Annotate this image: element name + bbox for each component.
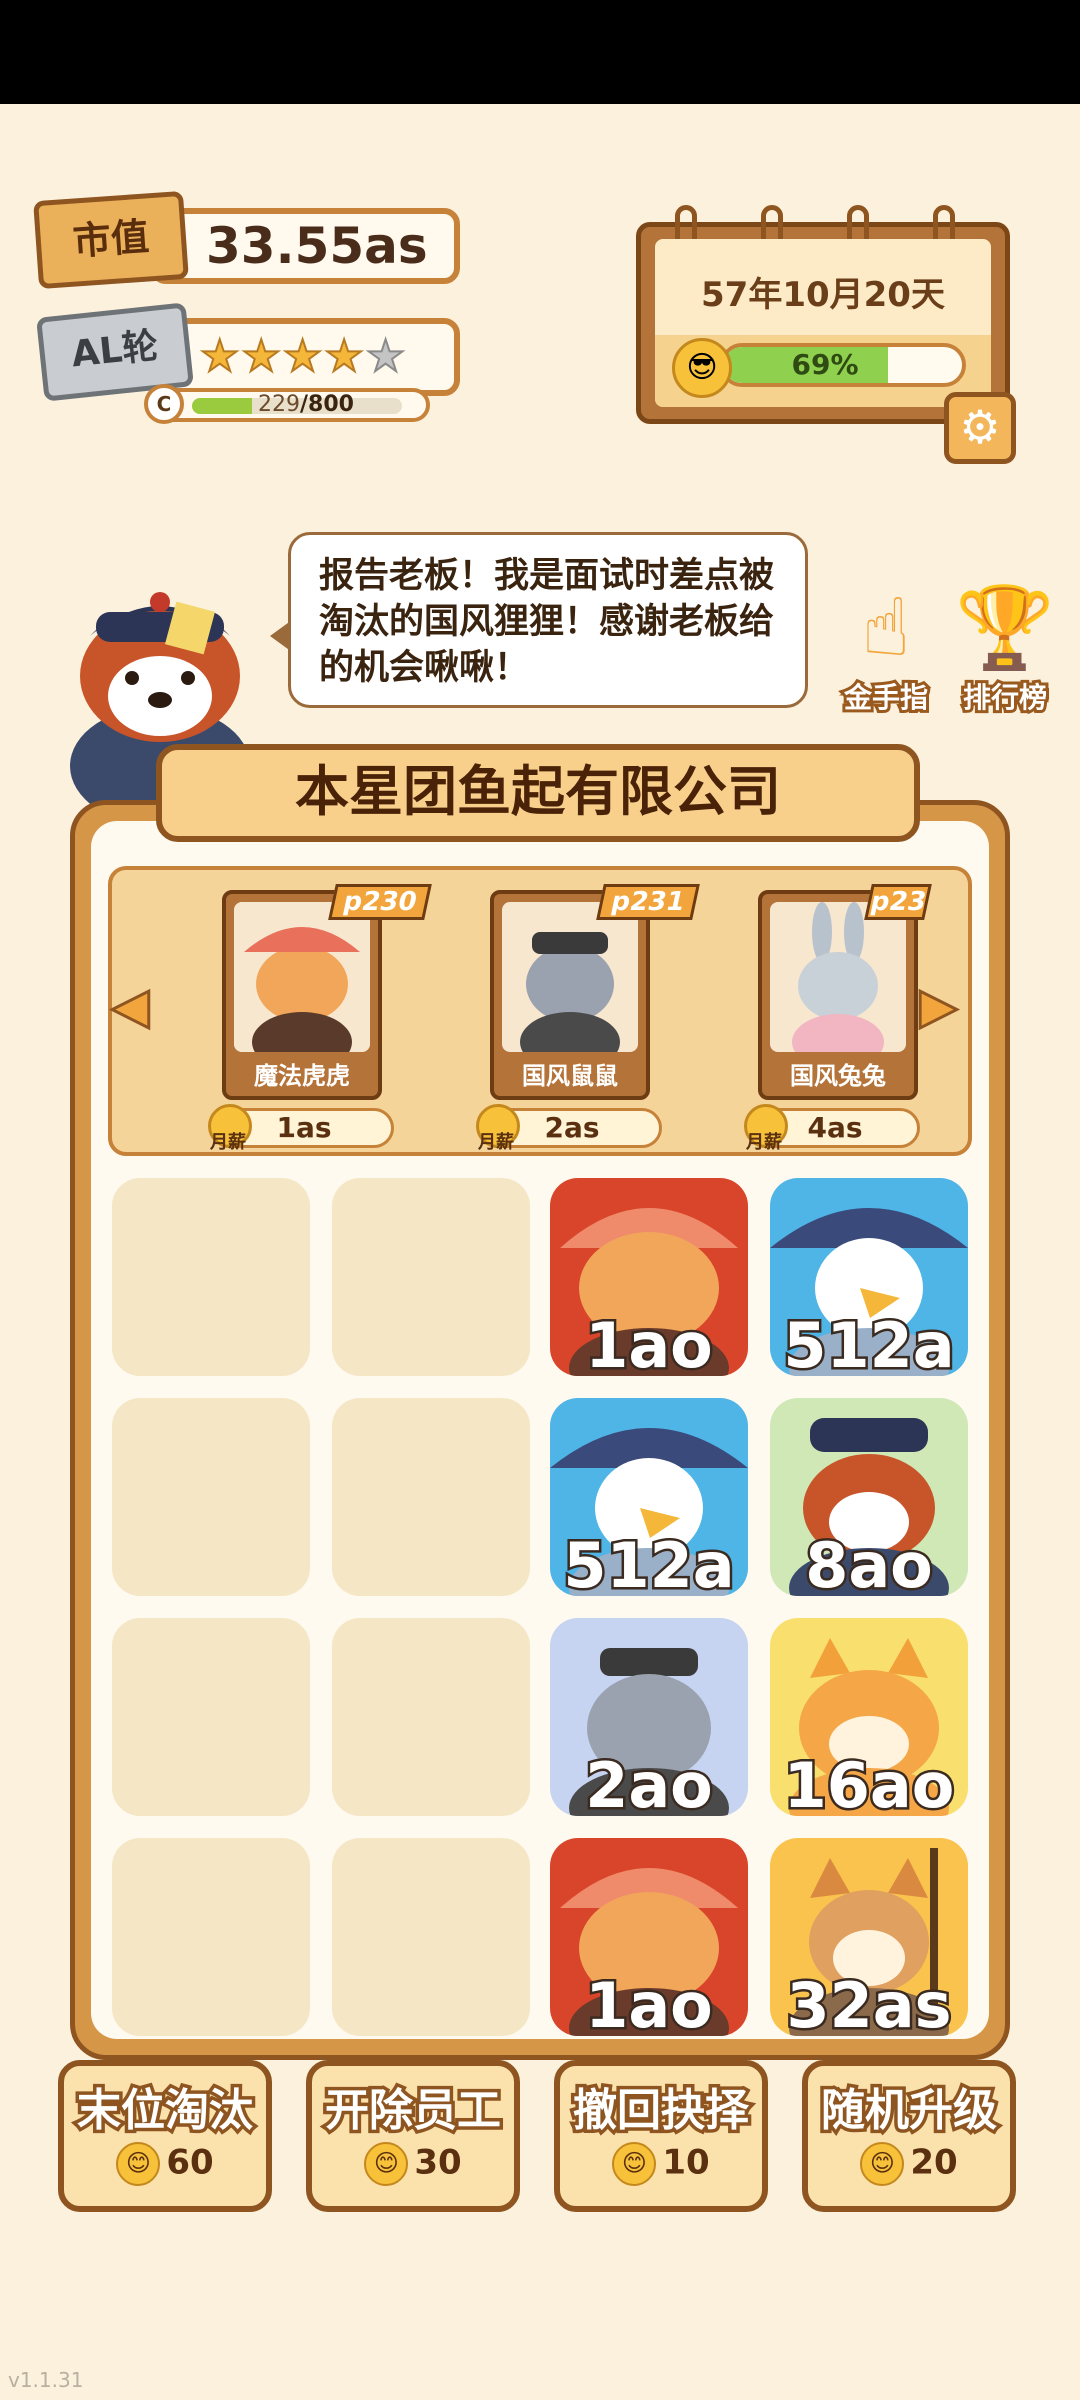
company-name: 本星团鱼起有限公司 [156,744,920,842]
undo-choice-button[interactable]: 撤回抉择 😊 10 [554,2060,768,2212]
action-label: 撤回抉择 [570,2082,753,2140]
hamster-portrait [502,902,638,1052]
star-icon: ★ [282,330,323,383]
speech-bubble: 报告老板！我是面试时差点被淘汰的国风狸狸！感谢老板给的机会啾啾！ [288,532,808,708]
tile-value: 512a [561,1527,737,1596]
market-value: 33.55as [206,217,428,275]
leaderboard-label: 排行榜 [960,678,1050,717]
status-bar [0,0,1080,104]
shop-next-arrow-icon[interactable]: ▶ [919,977,959,1036]
grid-tile-tiger[interactable]: 1ao [550,1838,748,2036]
grid-tile-red-panda[interactable]: 8ao [770,1398,968,1596]
market-value-tag: 市值 [33,190,189,290]
card-tag: p230 [328,884,432,920]
grid-cell-empty[interactable] [112,1618,310,1816]
card-name: 国风鼠鼠 [522,1062,618,1090]
action-cost: 😊 20 [808,2142,1010,2186]
star-empty-icon: ★ [365,330,406,383]
tile-value: 8ao [803,1527,936,1596]
tiger-portrait [234,902,370,1052]
grid-cell-empty[interactable] [112,1838,310,2036]
salary-label: 月薪 [210,1132,246,1153]
smile-icon: 😊 [364,2142,409,2186]
market-value-box: 33.55as [150,208,460,284]
grid-tile-eagle[interactable]: 512a [550,1398,748,1596]
eliminate-last-button[interactable]: 末位淘汰 😊 60 [58,2060,272,2212]
action-label: 末位淘汰 [74,2082,257,2140]
star-icon: ★ [199,330,240,383]
action-cost-value: 20 [910,2142,958,2183]
tile-value: 32as [784,1967,954,2036]
level-badge: C [144,384,184,424]
action-label: 开除员工 [322,2082,505,2140]
settings-gear-icon[interactable]: ⚙ [944,392,1016,464]
gold-finger-button[interactable]: ☝ 金手指 [836,580,936,717]
action-cost: 😊 60 [64,2142,266,2186]
grid-cell-empty[interactable] [112,1398,310,1596]
grid-cell-empty[interactable] [332,1838,530,2036]
action-cost-value: 10 [662,2142,710,2183]
action-cost-value: 30 [414,2142,462,2183]
grid-tile-eagle[interactable]: 512a [770,1178,968,1376]
grid-tile-hamster[interactable]: 2ao [550,1618,748,1816]
random-upgrade-button[interactable]: 随机升级 😊 20 [802,2060,1016,2212]
tile-value: 16ao [781,1747,957,1816]
xp-current: 229 [258,392,300,417]
smile-icon: 😊 [612,2142,657,2186]
grid-tile-cat[interactable]: 16ao [770,1618,968,1816]
grid-tile-shiba[interactable]: 32as [770,1838,968,2036]
smile-icon: 😊 [860,2142,905,2186]
version-label: v1.1.31 [8,2368,84,2392]
tile-value: 512a [781,1307,957,1376]
rating-stars: ★★★★★ [150,318,460,396]
action-cost: 😊 30 [312,2142,514,2186]
mood-face-icon: 😎 [672,338,732,398]
shop-prev-arrow-icon[interactable]: ◀ [111,977,151,1036]
xp-text: 229/800 [258,392,354,417]
tile-value: 2ao [583,1747,716,1816]
grid-cell-empty[interactable] [332,1618,530,1816]
card-tag: p23 [864,884,932,920]
action-label: 随机升级 [818,2082,1001,2140]
card-tag: p231 [596,884,700,920]
leaderboard-button[interactable]: 🏆 排行榜 [950,580,1060,717]
shop-card[interactable]: 国风鼠鼠 [490,890,650,1100]
grid-tile-tiger[interactable]: 1ao [550,1178,748,1376]
star-icon: ★ [240,330,281,383]
salary-label: 月薪 [746,1132,782,1153]
xp-max: /800 [300,392,354,417]
card-name: 魔法虎虎 [254,1062,350,1090]
round-label: AL轮 [69,325,161,376]
grid-cell-empty[interactable] [332,1178,530,1376]
level-badge-label: C [156,392,172,416]
tile-value: 1ao [583,1307,716,1376]
star-icon: ★ [323,330,364,383]
shop-card[interactable]: 魔法虎虎 [222,890,382,1100]
smile-icon: 😊 [116,2142,161,2186]
grid-cell-empty[interactable] [332,1398,530,1596]
salary-label: 月薪 [478,1132,514,1153]
grid-cell-empty[interactable] [112,1178,310,1376]
shop-card[interactable]: 国风兔兔 [758,890,918,1100]
mood-percent: 69% [791,348,859,381]
market-value-label: 市值 [71,214,151,264]
calendar-date: 57年10月20天 [701,275,945,315]
gold-finger-label: 金手指 [841,678,931,717]
pointing-hand-icon: ☝ [861,581,911,674]
action-cost: 😊 10 [560,2142,762,2186]
xp-fill [192,398,253,414]
action-cost-value: 60 [166,2142,214,2183]
trophy-icon: 🏆 [955,581,1055,674]
rabbit-portrait [770,902,906,1052]
card-name: 国风兔兔 [790,1062,886,1090]
tile-value: 1ao [583,1967,716,2036]
fire-employee-button[interactable]: 开除员工 😊 30 [306,2060,520,2212]
